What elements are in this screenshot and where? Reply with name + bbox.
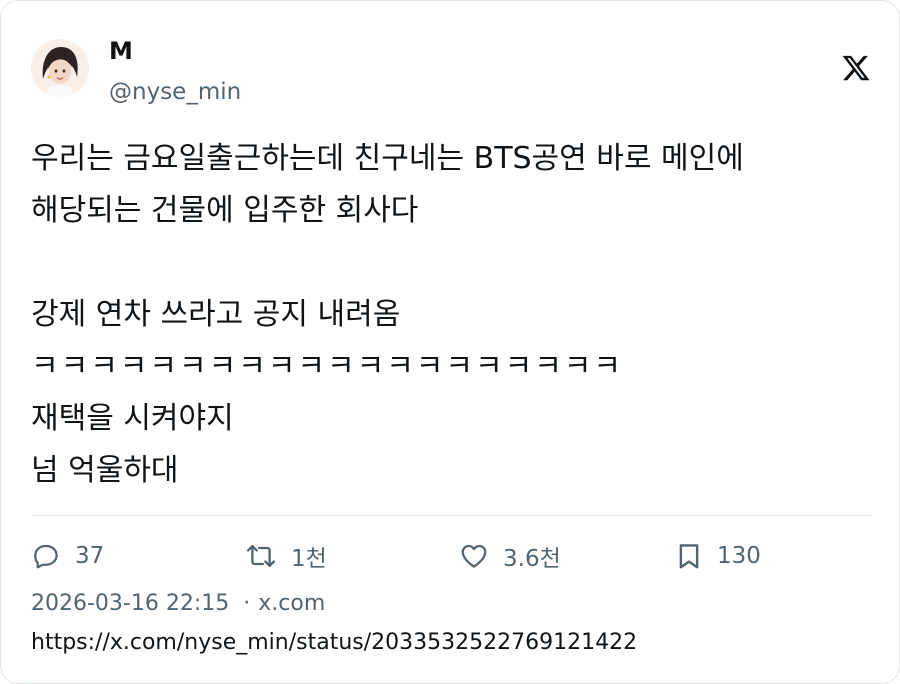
tweet-meta: 2026-03-16 22:15 · x.com xyxy=(31,589,325,619)
tweet-url[interactable]: https://x.com/nyse_min/status/2033532522… xyxy=(31,628,637,658)
heart-icon xyxy=(459,541,489,571)
like-button[interactable]: 3.6천 xyxy=(459,539,561,573)
tweet-text: 우리는 금요일출근하는데 친구네는 BTS공연 바로 메인에 해당되는 건물에 … xyxy=(31,133,881,497)
bookmark-icon xyxy=(675,541,703,571)
tweet-card: M @nyse_min 우리는 금요일출근하는데 친구네는 BTS공연 바로 메… xyxy=(0,0,900,684)
source[interactable]: x.com xyxy=(258,591,325,616)
tweet-line: 넘 억울하대 xyxy=(31,453,179,488)
avatar[interactable] xyxy=(31,39,89,97)
divider xyxy=(31,515,871,516)
reply-icon xyxy=(31,541,61,571)
x-logo-icon[interactable] xyxy=(841,53,871,83)
retweet-button[interactable]: 1천 xyxy=(245,539,327,573)
avatar-illustration xyxy=(31,39,89,97)
tweet-line: 해당되는 건물에 입주한 회사다 xyxy=(31,193,419,228)
retweet-count: 1천 xyxy=(291,546,327,572)
tweet-line: 우리는 금요일출근하는데 친구네는 BTS공연 바로 메인에 xyxy=(31,141,744,176)
retweet-icon xyxy=(245,541,277,571)
bookmark-count: 130 xyxy=(717,543,761,569)
reply-count: 37 xyxy=(75,543,105,569)
author-name[interactable]: M xyxy=(109,35,133,67)
timestamp[interactable]: 2026-03-16 22:15 xyxy=(31,591,229,616)
like-count: 3.6천 xyxy=(503,546,561,572)
author-handle[interactable]: @nyse_min xyxy=(109,77,241,107)
separator-dot: · xyxy=(243,591,251,616)
tweet-line: 강제 연차 쓰라고 공지 내려옴 xyxy=(31,297,401,332)
reply-button[interactable]: 37 xyxy=(31,539,104,573)
tweet-line: 재택을 시켜야지 xyxy=(31,401,234,436)
tweet-line: ㅋㅋㅋㅋㅋㅋㅋㅋㅋㅋㅋㅋㅋㅋㅋㅋㅋㅋㅋㅋ xyxy=(31,349,623,384)
bookmark-button[interactable]: 130 xyxy=(675,539,761,573)
